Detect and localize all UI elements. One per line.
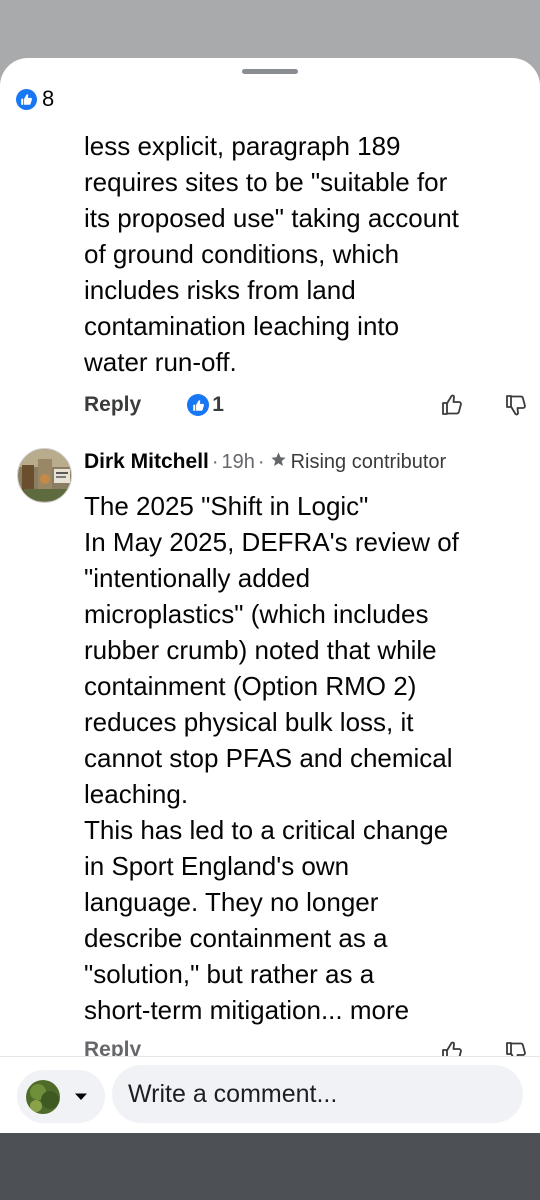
- user-avatar: [26, 1079, 60, 1114]
- profile-switcher[interactable]: [17, 1070, 105, 1123]
- reaction-summary[interactable]: 8: [16, 86, 54, 112]
- thumbs-down-icon[interactable]: [504, 393, 528, 417]
- star-icon: [271, 451, 286, 466]
- drag-handle[interactable]: [242, 69, 298, 74]
- see-more-link[interactable]: more: [350, 995, 409, 1025]
- system-navigation-bar: [0, 1133, 540, 1200]
- avatar[interactable]: [17, 448, 72, 503]
- caret-down-icon: [75, 1093, 87, 1100]
- separator-dot: ·: [257, 450, 265, 473]
- separator-dot: ·: [211, 450, 219, 473]
- author-name[interactable]: Dirk Mitchell: [84, 450, 209, 474]
- comment-body: less explicit, paragraph 189 requires si…: [84, 131, 459, 377]
- timestamp[interactable]: 19h: [222, 451, 255, 474]
- comment-input[interactable]: [112, 1065, 523, 1123]
- comment-like-count: 1: [212, 393, 224, 416]
- comment-actions: Reply: [84, 1038, 534, 1058]
- like-icon: [187, 394, 210, 416]
- contributor-badge: Rising contributor: [290, 450, 447, 473]
- comment-reaction-summary[interactable]: 1: [187, 393, 224, 417]
- comment-body: The 2025 "Shift in Logic" In May 2025, D…: [84, 488, 536, 1028]
- like-icon: [16, 88, 37, 110]
- thumbs-up-icon[interactable]: [440, 393, 464, 417]
- reply-button[interactable]: Reply: [84, 1038, 141, 1058]
- comment-actions: Reply 1: [84, 389, 534, 421]
- reaction-count: 8: [42, 86, 55, 111]
- comments-sheet: 8 less explicit, paragraph 189 requires …: [0, 58, 540, 1133]
- comment-header: Dirk Mitchell · 19h · Rising contributor: [84, 450, 446, 474]
- comment-composer: [0, 1056, 540, 1133]
- comment-text: The 2025 "Shift in Logic" In May 2025, D…: [84, 491, 459, 1025]
- reply-button[interactable]: Reply: [84, 393, 141, 417]
